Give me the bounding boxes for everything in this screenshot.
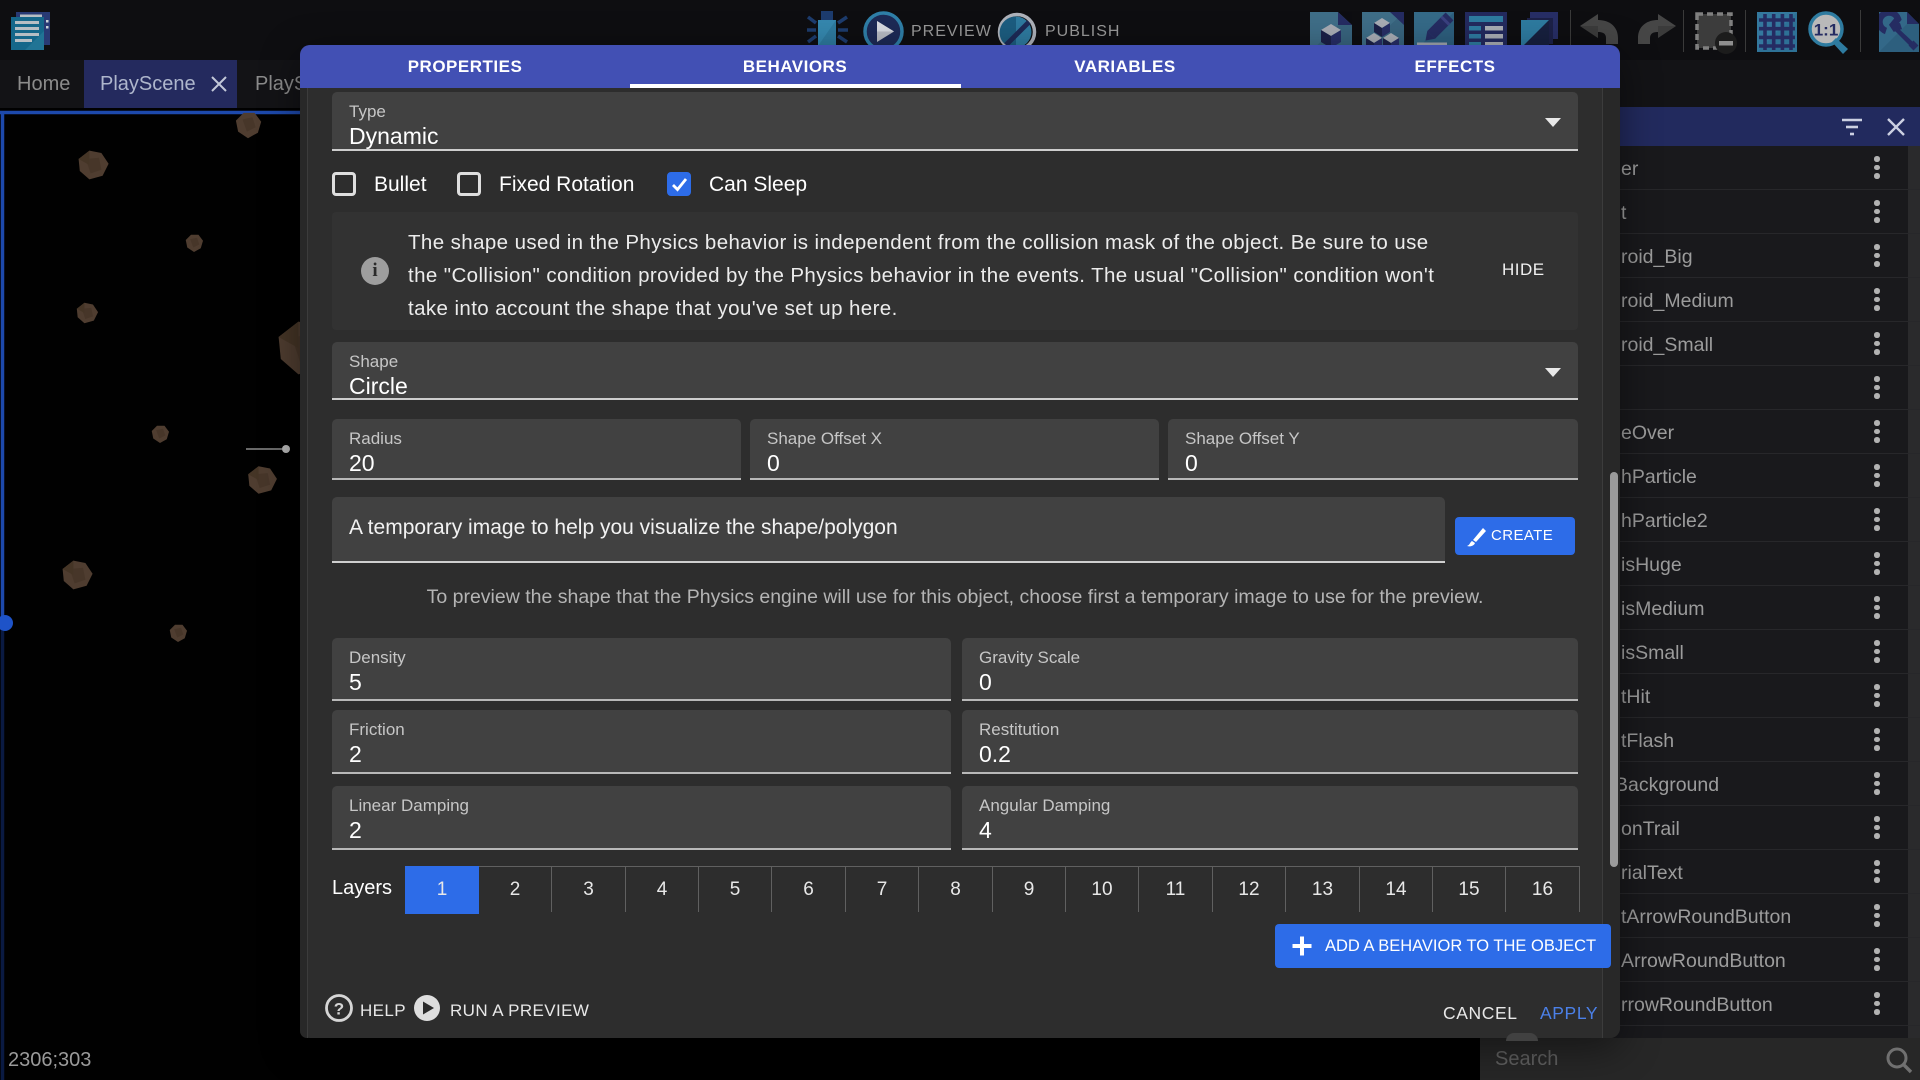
svg-text:1:1: 1:1 xyxy=(1814,21,1839,40)
svg-text:?: ? xyxy=(334,1000,344,1019)
